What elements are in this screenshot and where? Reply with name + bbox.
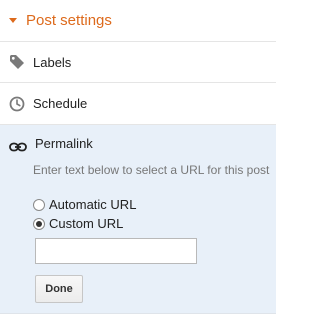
post-settings-header[interactable]: Post settings [0, 0, 276, 42]
caret-down-icon [9, 18, 17, 23]
post-settings-panel: Post settings Labels Schedule Permalink … [0, 0, 276, 316]
permalink-hint: Enter text below to select a URL for thi… [33, 163, 270, 177]
permalink-section: Permalink Enter text below to select a U… [0, 125, 276, 314]
automatic-url-option[interactable]: Automatic URL [33, 197, 136, 212]
clock-icon [9, 96, 25, 112]
labels-label: Labels [33, 54, 72, 70]
done-button[interactable]: Done [35, 275, 83, 303]
custom-url-label: Custom URL [49, 216, 124, 231]
link-icon [9, 139, 27, 151]
custom-url-option[interactable]: Custom URL [33, 216, 123, 231]
post-settings-title: Post settings [26, 12, 112, 29]
custom-url-input[interactable] [35, 238, 197, 264]
labels-row[interactable]: Labels [0, 42, 276, 83]
permalink-header[interactable]: Permalink [9, 136, 93, 151]
schedule-label: Schedule [33, 96, 88, 111]
permalink-label: Permalink [35, 136, 93, 151]
automatic-url-radio[interactable] [33, 198, 45, 211]
automatic-url-label: Automatic URL [49, 197, 137, 212]
schedule-row[interactable]: Schedule [0, 83, 276, 125]
custom-url-radio[interactable] [33, 217, 45, 230]
tag-icon [9, 54, 25, 70]
